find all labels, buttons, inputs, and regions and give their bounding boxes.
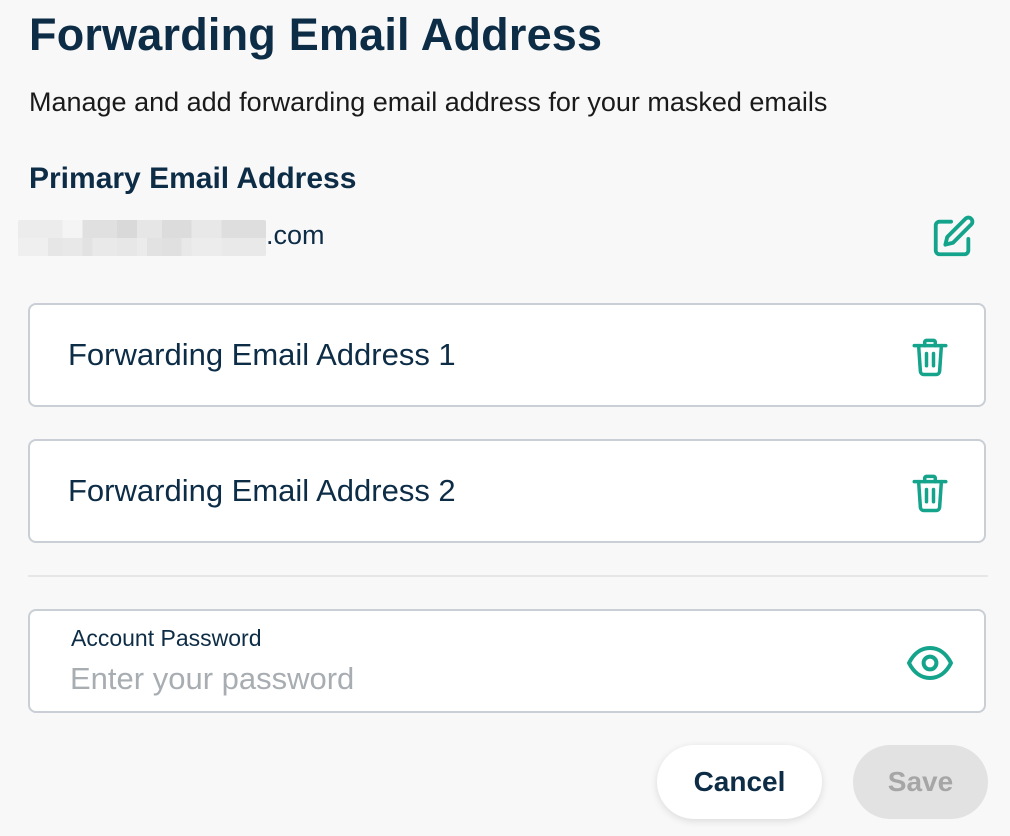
delete-forwarding-email-2-button[interactable] (908, 471, 952, 515)
eye-icon (907, 646, 953, 680)
save-button[interactable]: Save (853, 745, 988, 819)
edit-primary-email-button[interactable] (928, 212, 978, 262)
edit-icon (933, 215, 975, 257)
trash-icon (912, 338, 948, 377)
forwarding-email-field-2[interactable]: Forwarding Email Address 2 (28, 439, 986, 543)
primary-email-heading: Primary Email Address (29, 162, 357, 195)
account-password-label: Account Password (71, 625, 262, 651)
section-divider (28, 575, 988, 577)
primary-email-domain: .com (266, 220, 325, 250)
trash-icon (912, 474, 948, 513)
forwarding-email-label: Forwarding Email Address 1 (68, 337, 456, 372)
account-password-field[interactable]: Account Password (28, 609, 986, 713)
delete-forwarding-email-1-button[interactable] (908, 335, 952, 379)
page-subtitle: Manage and add forwarding email address … (29, 87, 828, 117)
page-title: Forwarding Email Address (29, 9, 603, 60)
redacted-email-local-part (18, 220, 266, 256)
toggle-password-visibility-button[interactable] (904, 639, 956, 687)
cancel-button[interactable]: Cancel (657, 745, 822, 819)
primary-email-row: .com (18, 212, 988, 262)
forwarding-email-label: Forwarding Email Address 2 (68, 473, 456, 508)
account-password-input[interactable] (70, 659, 870, 699)
forwarding-email-field-1[interactable]: Forwarding Email Address 1 (28, 303, 986, 407)
